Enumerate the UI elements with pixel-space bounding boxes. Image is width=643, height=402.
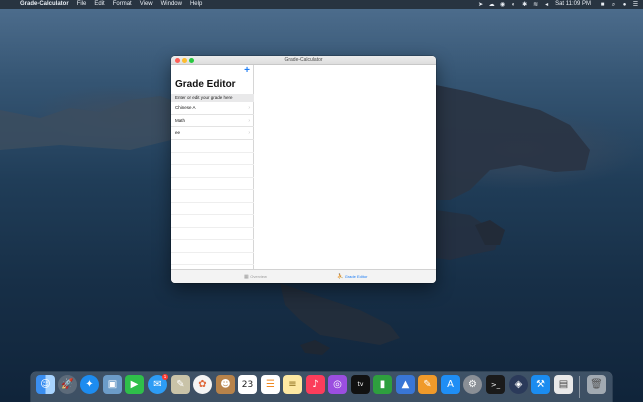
pages-icon[interactable]: ✎ (418, 375, 437, 394)
reminders-icon[interactable]: ☰ (261, 375, 280, 394)
empty-row (171, 190, 254, 203)
add-grade-button[interactable]: + (242, 66, 252, 76)
tab-overview[interactable]: ▦ Overview (244, 270, 267, 283)
chevron-right-icon: › (248, 117, 250, 124)
system-preferences-icon[interactable]: ⚙ (463, 375, 482, 394)
grade-list: Chinese A › Math › ee › (171, 102, 254, 140)
empty-row (171, 153, 254, 165)
finder-icon[interactable]: ☺ (36, 375, 55, 394)
siri-icon[interactable]: ● (621, 2, 628, 8)
window-title: Grade-Calculator (284, 57, 323, 63)
accessibility-icon[interactable]: ◉ (499, 2, 506, 8)
window-titlebar[interactable]: Grade-Calculator (171, 56, 436, 65)
volume-icon[interactable]: ◂ (543, 2, 550, 8)
calendar-day: 23 (241, 379, 254, 390)
chevron-right-icon: › (248, 130, 250, 136)
preview-icon[interactable]: ▣ (103, 375, 122, 394)
menu-clock[interactable]: Sat 11:09 PM (555, 0, 591, 9)
menu-window[interactable]: Window (161, 0, 182, 9)
empty-row (171, 140, 254, 153)
instruments-icon[interactable]: ◈ (509, 375, 528, 394)
tab-bar: ▦ Overview ⛹ Grade Editor (171, 269, 436, 283)
cloud-icon[interactable]: ☁ (488, 2, 495, 8)
notes-icon[interactable]: ≡ (283, 375, 302, 394)
shield-icon[interactable]: ◐ (510, 2, 517, 8)
app-window: Grade-Calculator + Grade Editor Enter or… (171, 56, 436, 283)
spotlight-search-icon[interactable]: ⌕ (610, 2, 617, 8)
tab-label: Overview (250, 274, 267, 279)
podcasts-icon[interactable]: ◎ (328, 375, 347, 394)
menu-help[interactable]: Help (190, 0, 202, 9)
section-header: Enter or edit your grade here (171, 94, 254, 102)
menu-view[interactable]: View (140, 0, 153, 9)
empty-row (171, 240, 254, 253)
app-store-icon[interactable]: A (441, 375, 460, 394)
apple-tv-icon[interactable]: tv (351, 375, 370, 394)
contacts-icon[interactable]: ☻ (216, 375, 235, 394)
safari-icon[interactable]: ✦ (80, 375, 99, 394)
menu-edit[interactable]: Edit (94, 0, 104, 9)
detail-pane (254, 65, 436, 269)
user-icon[interactable]: ■ (599, 2, 606, 8)
location-icon[interactable]: ➤ (477, 2, 484, 8)
grade-row-ee[interactable]: ee › (171, 127, 254, 140)
calendar-icon[interactable]: 23 (238, 375, 257, 394)
empty-row (171, 178, 254, 190)
facetime-icon[interactable]: ▶ (125, 375, 144, 394)
grade-row-label: ee (175, 130, 181, 135)
numbers-icon[interactable]: ▮ (373, 375, 392, 394)
photos-icon[interactable]: ✿ (193, 375, 212, 394)
xcode-icon[interactable]: ⚒ (531, 375, 550, 394)
grade-row-math[interactable]: Math › (171, 115, 254, 127)
empty-row (171, 228, 254, 240)
dock: ☺ 🚀 ✦ ▣ ▶ ✉ 1 ✎ ✿ ☻ 23 ☰ ≡ ♪ ◎ tv ▮ ▲ ✎ … (31, 372, 612, 402)
wifi-icon[interactable]: ≋ (532, 2, 539, 8)
tab-grade-editor[interactable]: ⛹ Grade Editor (337, 270, 367, 283)
menu-format[interactable]: Format (113, 0, 132, 9)
empty-row (171, 253, 254, 265)
trash-icon[interactable]: 🗑 (587, 375, 606, 394)
empty-list-rows (171, 140, 254, 265)
page-title: Grade Editor (175, 79, 236, 90)
launchpad-icon[interactable]: 🚀 (58, 375, 77, 394)
grade-row-label: Math (175, 117, 186, 123)
tab-label: Grade Editor (344, 274, 368, 279)
messages-badge: 1 (162, 374, 168, 380)
menu-app-name[interactable]: Grade-Calculator (20, 0, 69, 9)
empty-row (171, 215, 254, 228)
person-icon: ⛹ (337, 274, 344, 280)
master-pane: + Grade Editor Enter or edit your grade … (171, 65, 254, 269)
archive-utility-icon[interactable]: ▤ (554, 375, 573, 394)
terminal-icon[interactable]: >_ (486, 375, 505, 394)
dock-separator (579, 376, 580, 398)
menu-bar: Grade-Calculator File Edit Format View W… (0, 0, 643, 9)
script-editor-icon[interactable]: ✎ (171, 375, 190, 394)
notification-center-icon[interactable]: ☰ (632, 2, 639, 8)
empty-row (171, 165, 254, 178)
grade-row-chinese-a[interactable]: Chinese A › (171, 102, 254, 115)
keynote-icon[interactable]: ▲ (396, 375, 415, 394)
chevron-right-icon: › (248, 105, 250, 111)
grade-row-label: Chinese A (175, 105, 196, 110)
bluetooth-icon[interactable]: ✱ (521, 2, 528, 8)
music-icon[interactable]: ♪ (306, 375, 325, 394)
menu-file[interactable]: File (77, 0, 87, 9)
empty-row (171, 203, 254, 215)
table-icon: ▦ (244, 274, 249, 280)
